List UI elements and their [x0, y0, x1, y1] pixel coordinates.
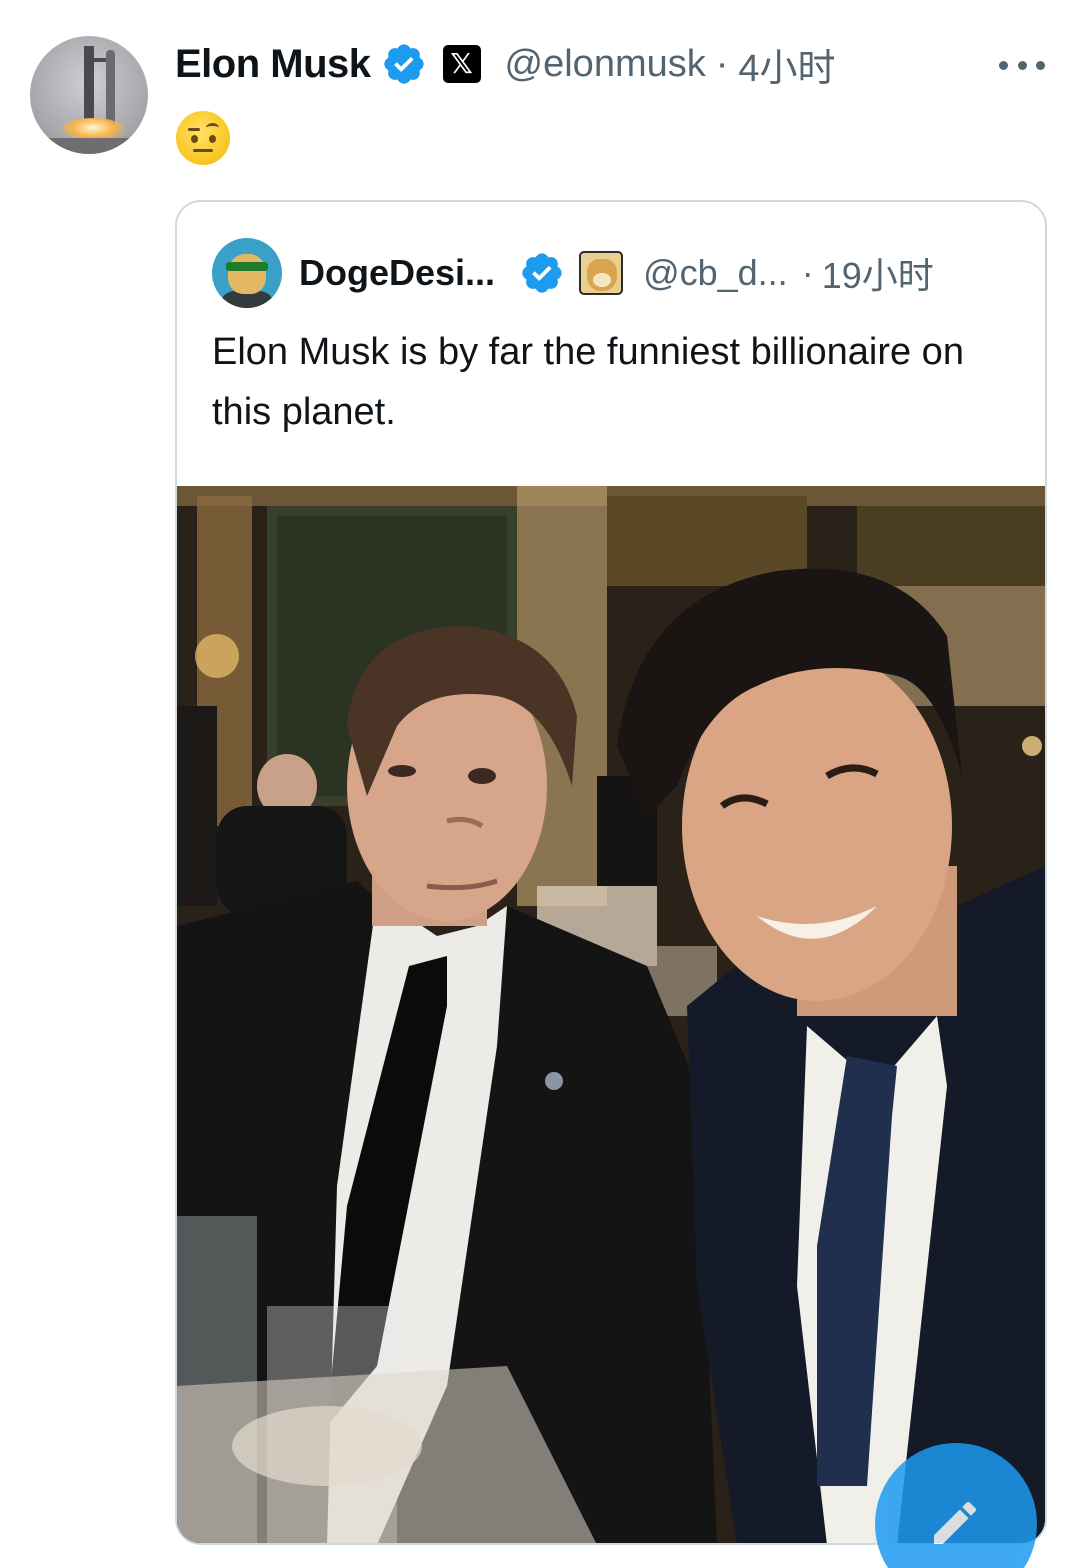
- verified-badge-icon: [383, 44, 424, 84]
- banquet-photo-illustration: [177, 486, 1045, 1543]
- tweet-timestamp[interactable]: 4小时: [738, 37, 835, 92]
- x-logo-icon: 𝕏: [442, 45, 481, 83]
- quoted-tweet-text: Elon Musk is by far the funniest billion…: [212, 331, 964, 433]
- quoted-tweet-timestamp[interactable]: 19小时: [822, 247, 934, 299]
- tweet-header: Elon Musk 𝕏 @elonmusk · 4小时: [175, 40, 836, 90]
- face-with-raised-eyebrow-icon: [176, 111, 230, 165]
- quoted-author-avatar[interactable]: [212, 238, 282, 308]
- separator-dot: ·: [801, 252, 814, 293]
- separator-dot: ·: [715, 42, 729, 85]
- quoted-tweet-header: DogeDesi... @cb_d... · 19小时: [299, 250, 934, 296]
- author-handle[interactable]: @elonmusk: [505, 43, 706, 86]
- quoted-author-name[interactable]: DogeDesi...: [299, 252, 495, 294]
- author-name[interactable]: Elon Musk: [175, 42, 371, 87]
- compose-icon: [934, 1501, 977, 1544]
- more-horizontal-icon[interactable]: [999, 58, 1045, 72]
- tweet-page: Elon Musk 𝕏 @elonmusk · 4小时 DogeDesi...: [0, 0, 1079, 1568]
- verified-badge-icon: [522, 253, 562, 293]
- doge-badge-icon: [579, 251, 624, 295]
- quoted-author-handle[interactable]: @cb_d...: [643, 252, 788, 294]
- author-avatar[interactable]: [30, 36, 148, 154]
- quoted-tweet-card[interactable]: DogeDesi... @cb_d... · 19小时 Elon Musk is…: [175, 200, 1047, 1545]
- quoted-tweet-photo[interactable]: [177, 486, 1045, 1543]
